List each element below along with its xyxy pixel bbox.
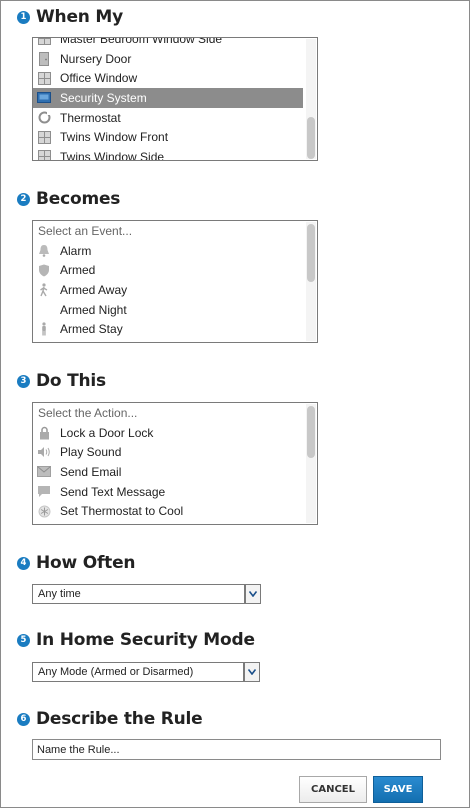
list-placeholder[interactable]: Select an Event... <box>33 221 303 241</box>
step-badge: 2 <box>17 192 30 206</box>
shield-icon <box>37 263 51 277</box>
list-item[interactable]: Security System <box>33 88 303 108</box>
list-item[interactable]: Master Bedroom Window Side <box>33 37 303 49</box>
section-describe: 6 Describe the Rule <box>17 708 203 730</box>
moon-icon <box>37 303 51 317</box>
window-icon <box>37 150 51 160</box>
list-item[interactable]: Office Window <box>33 68 303 88</box>
list-item[interactable]: Armed <box>33 260 303 280</box>
list-item[interactable]: Alarm <box>33 241 303 261</box>
list-item-label: Alarm <box>60 243 92 258</box>
speaker-icon <box>37 445 51 459</box>
list-item[interactable]: Twins Window Side <box>33 147 303 161</box>
window-icon <box>37 38 51 46</box>
list-item[interactable]: Lock a Door Lock <box>33 423 303 443</box>
list-item[interactable]: Nursery Door <box>33 49 303 69</box>
event-list[interactable]: Select an Event... Alarm Armed Armed Away Ar… <box>32 220 318 343</box>
step-badge: 4 <box>17 556 30 570</box>
list-item[interactable]: Send Email <box>33 462 303 482</box>
list-item-label: Lock a Door Lock <box>60 425 154 440</box>
how-often-select[interactable]: Any time <box>32 584 261 604</box>
rule-editor-panel: 1 When My Master Bedroom Window Side Nurs… <box>0 0 470 808</box>
list-item-label: Twins Window Front <box>60 130 169 145</box>
section-title: Describe the Rule <box>36 709 203 729</box>
section-when-my: 1 When My <box>17 6 123 28</box>
security-mode-value: Any Mode (Armed or Disarmed) <box>38 666 194 678</box>
section-how-often: 4 How Often <box>17 552 136 574</box>
window-icon <box>37 71 51 85</box>
section-title: How Often <box>36 553 136 573</box>
scroll-thumb[interactable] <box>307 406 315 458</box>
list-item[interactable]: Send Text Message <box>33 482 303 502</box>
security-panel-icon <box>37 91 51 105</box>
list-item-label: Armed <box>60 263 96 278</box>
step-badge: 5 <box>17 633 30 647</box>
list-item[interactable]: Play Sound <box>33 442 303 462</box>
list-item[interactable]: Twins Window Front <box>33 127 303 147</box>
thermostat-icon <box>37 111 51 125</box>
how-often-value: Any time <box>38 588 81 600</box>
cancel-button[interactable]: CANCEL <box>299 776 367 803</box>
standing-person-icon <box>37 322 51 336</box>
list-item-label: Send Text Message <box>60 484 166 499</box>
bell-icon <box>37 244 51 258</box>
list-item-label: Nursery Door <box>60 51 132 66</box>
list-item[interactable]: Armed Night <box>33 300 303 320</box>
list-item-label: Armed Away <box>60 282 128 297</box>
chevron-down-icon <box>248 669 256 675</box>
scroll-thumb[interactable] <box>307 224 315 282</box>
list-item-label: Thermostat <box>60 110 121 125</box>
section-security-mode: 5 In Home Security Mode <box>17 629 255 651</box>
list-item[interactable]: Armed Stay <box>33 319 303 339</box>
walking-person-icon <box>37 283 51 297</box>
action-list-scrollbar[interactable] <box>306 404 316 523</box>
step-badge: 3 <box>17 374 30 388</box>
list-item-label: Master Bedroom Window Side <box>60 37 223 46</box>
list-item[interactable]: Armed Away <box>33 280 303 300</box>
action-list[interactable]: Select the Action... Lock a Door Lock Play… <box>32 402 318 525</box>
list-item-label: Send Email <box>60 464 122 479</box>
list-item-label: Office Window <box>60 71 138 86</box>
list-item[interactable]: Set Thermostat to Cool <box>33 501 303 521</box>
step-badge: 6 <box>17 712 30 726</box>
snowflake-icon <box>37 504 51 518</box>
list-item-label: Set Thermostat to Cool <box>60 504 184 519</box>
window-icon <box>37 130 51 144</box>
section-becomes: 2 Becomes <box>17 188 120 210</box>
how-often-dropdown-button[interactable] <box>245 584 261 604</box>
lock-icon <box>37 426 51 440</box>
scroll-thumb[interactable] <box>307 117 315 159</box>
envelope-icon <box>37 465 51 479</box>
section-title: When My <box>36 7 124 27</box>
door-icon <box>37 51 51 66</box>
list-item-label: Armed Night <box>60 302 127 317</box>
section-title: In Home Security Mode <box>36 630 255 650</box>
list-item-label: Play Sound <box>60 445 122 460</box>
list-item[interactable]: Thermostat <box>33 108 303 128</box>
list-item-label: Security System <box>60 90 147 105</box>
security-mode-select[interactable]: Any Mode (Armed or Disarmed) <box>32 662 260 682</box>
save-button[interactable]: SAVE <box>373 776 423 803</box>
list-item-label: Twins Window Side <box>60 149 165 161</box>
section-title: Becomes <box>36 189 121 209</box>
device-list-scrollbar[interactable] <box>306 39 316 159</box>
device-list[interactable]: Master Bedroom Window Side Nursery Door Of… <box>32 37 318 161</box>
section-title: Do This <box>36 371 106 391</box>
section-do-this: 3 Do This <box>17 370 106 392</box>
event-list-scrollbar[interactable] <box>306 222 316 341</box>
speech-bubble-icon <box>37 485 51 499</box>
rule-name-input[interactable] <box>32 739 441 760</box>
step-badge: 1 <box>17 10 30 24</box>
list-item-label: Armed Stay <box>60 322 123 337</box>
chevron-down-icon <box>249 591 257 597</box>
list-placeholder[interactable]: Select the Action... <box>33 403 303 423</box>
security-mode-dropdown-button[interactable] <box>244 662 260 682</box>
